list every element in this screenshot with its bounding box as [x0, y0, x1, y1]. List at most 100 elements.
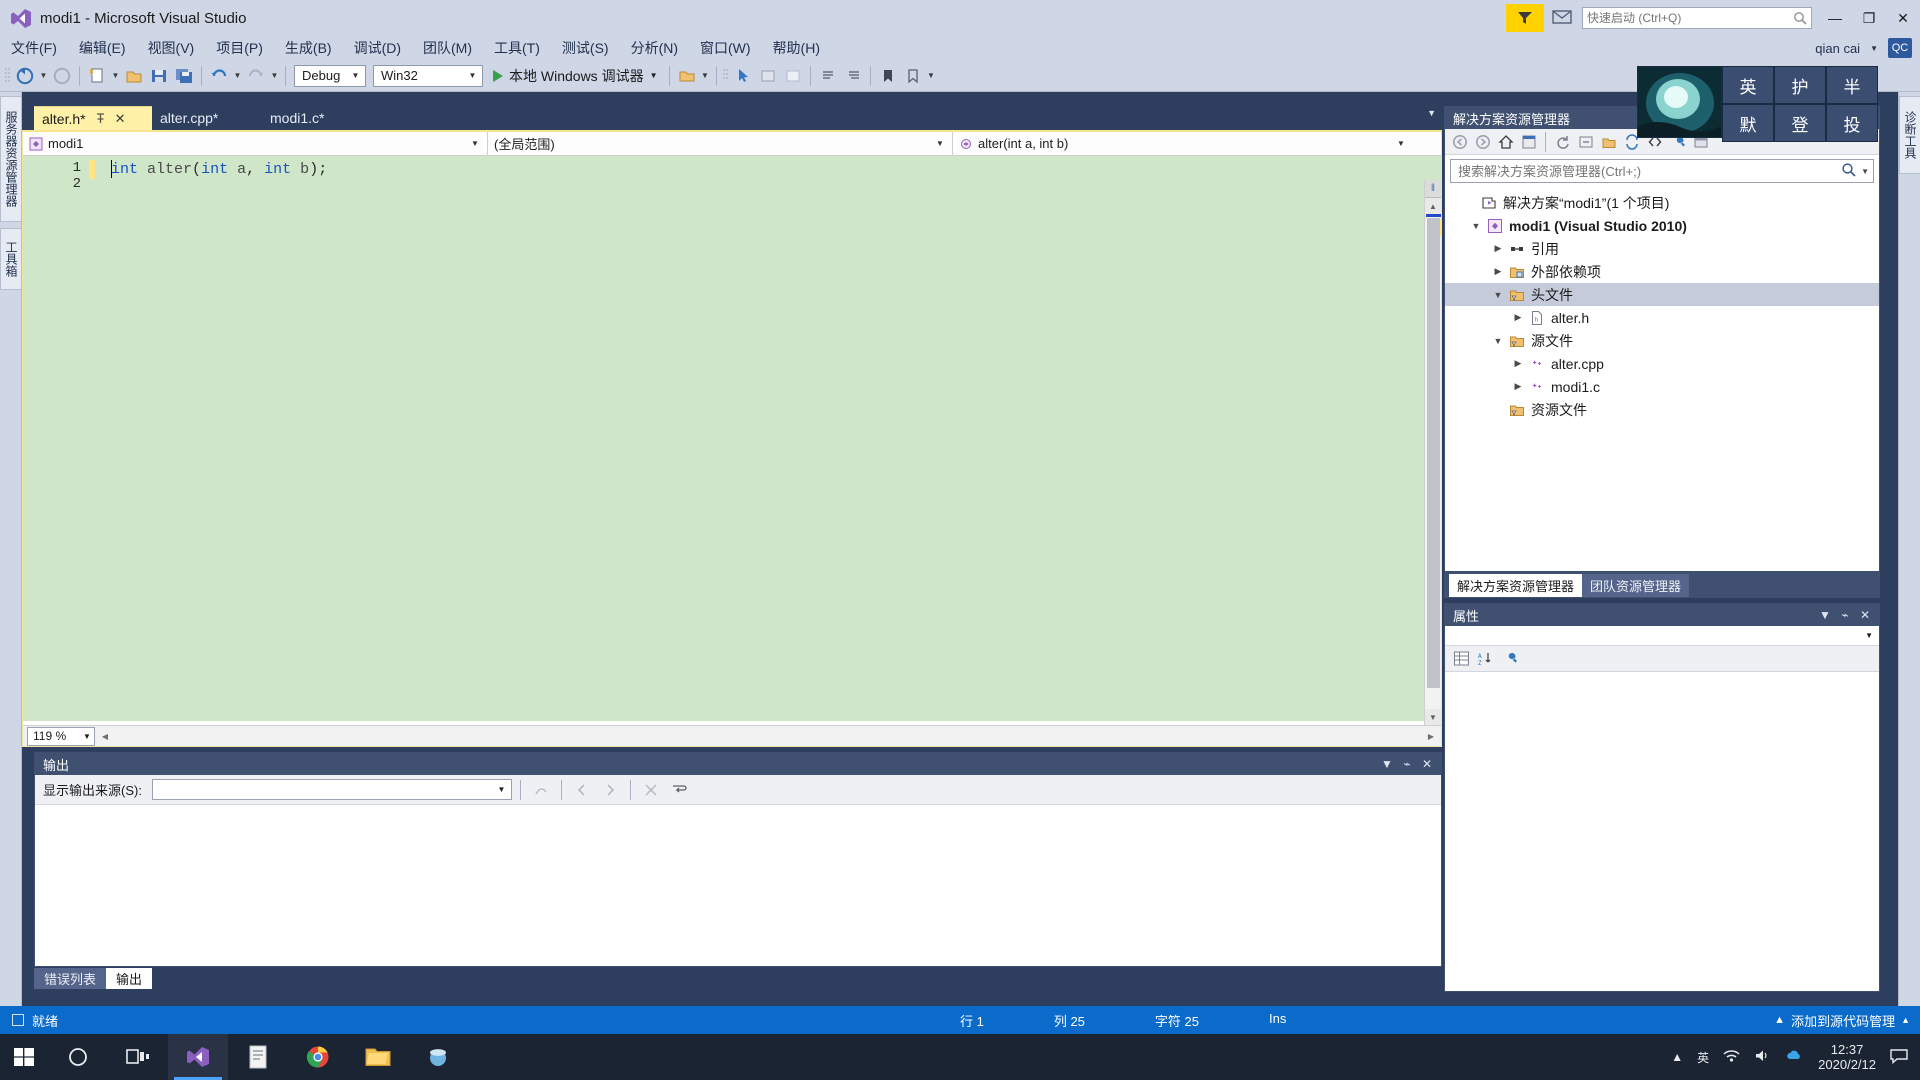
show-all-files-icon[interactable]	[1598, 131, 1619, 152]
ime-candidate-overlay[interactable]: 英 护 半 默 登 投	[1722, 66, 1878, 142]
quick-launch-input[interactable]	[1587, 11, 1793, 25]
sidebar-item-diagnostic-tools[interactable]: 诊断工具	[1899, 96, 1920, 174]
code-editor-surface[interactable]: 1 2 int alter(int a, int b); ‖ ▲	[23, 156, 1441, 721]
undo-dropdown[interactable]: ▼	[232, 64, 243, 88]
redo-dropdown[interactable]: ▼	[269, 64, 280, 88]
forward-icon[interactable]	[1472, 131, 1493, 152]
tree-item-alter-cpp[interactable]: ▶ alter.cpp	[1445, 352, 1879, 375]
tree-item-source-files[interactable]: ▼ 源文件	[1445, 329, 1879, 352]
taskbar-visual-studio-icon[interactable]	[168, 1034, 228, 1080]
ime-cell[interactable]: 投	[1826, 104, 1878, 142]
chevron-down-icon[interactable]: ▼	[650, 71, 658, 80]
undo-icon[interactable]	[207, 64, 231, 88]
sidebar-item-toolbox[interactable]: 工具箱	[0, 228, 22, 290]
comment-lines-icon[interactable]	[816, 64, 840, 88]
toggle-bookmark-icon[interactable]	[901, 64, 925, 88]
tree-item-solution[interactable]: 解决方案“modi1”(1 个项目)	[1445, 191, 1879, 214]
tray-network-icon[interactable]	[1723, 1048, 1740, 1066]
tree-item-project[interactable]: ▼ modi1 (Visual Studio 2010)	[1445, 214, 1879, 237]
pin-icon[interactable]: ⌁	[1835, 608, 1855, 622]
ime-cell[interactable]: 护	[1774, 66, 1826, 104]
user-avatar[interactable]: QC	[1888, 38, 1912, 58]
toggle-word-wrap-icon[interactable]	[667, 778, 691, 802]
bookmark-icon[interactable]	[876, 64, 900, 88]
close-button[interactable]: ✕	[1886, 3, 1920, 33]
tray-overflow-icon[interactable]: ▲	[1671, 1050, 1683, 1064]
collapse-all-icon[interactable]	[1575, 131, 1596, 152]
chevron-down-icon[interactable]: ▼	[1870, 44, 1878, 53]
toolbar-grip[interactable]	[722, 66, 730, 86]
expander-expanded-icon[interactable]: ▼	[1489, 290, 1507, 300]
scroll-right-button[interactable]: ▶	[1423, 732, 1439, 741]
tab-alter-cpp[interactable]: alter.cpp*	[152, 106, 252, 130]
notifications-icon[interactable]	[1552, 8, 1572, 28]
feedback-flag-icon[interactable]	[1506, 4, 1544, 32]
solution-search-input[interactable]	[1458, 164, 1841, 179]
scroll-thumb[interactable]	[1427, 218, 1440, 688]
chevron-down-icon[interactable]: ▼	[1377, 757, 1397, 771]
go-to-next-icon[interactable]	[598, 778, 622, 802]
expander-expanded-icon[interactable]: ▼	[1489, 336, 1507, 346]
project-combo[interactable]: modi1 ▼	[23, 132, 488, 156]
scroll-down-button[interactable]: ▼	[1425, 709, 1441, 725]
toolbar-grip[interactable]	[4, 66, 12, 86]
expander-collapsed-icon[interactable]: ▶	[1489, 266, 1507, 277]
menu-item-test[interactable]: 测试(S)	[551, 36, 620, 60]
home-icon[interactable]	[1495, 131, 1516, 152]
properties-object-combo[interactable]: ▼	[1445, 626, 1879, 646]
navigate-forward-icon[interactable]	[50, 64, 74, 88]
menu-item-team[interactable]: 团队(M)	[412, 36, 483, 60]
back-icon[interactable]	[1449, 131, 1470, 152]
member-combo[interactable]: alter(int a, int b) ▼	[953, 132, 1413, 156]
taskbar-notepad-icon[interactable]	[228, 1034, 288, 1080]
action-center-icon[interactable]	[1890, 1048, 1908, 1067]
toolbox-item2-icon[interactable]	[781, 64, 805, 88]
editor-vertical-scrollbar[interactable]: ‖ ▲ ▼	[1424, 180, 1441, 745]
close-icon[interactable]: ✕	[1417, 757, 1437, 771]
go-to-previous-icon[interactable]	[570, 778, 594, 802]
output-text-area[interactable]	[35, 805, 1441, 965]
properties-grid[interactable]	[1445, 672, 1879, 972]
property-pages-icon[interactable]	[1499, 648, 1520, 669]
find-message-icon[interactable]	[529, 778, 553, 802]
menu-item-help[interactable]: 帮助(H)	[762, 36, 831, 60]
navigate-backward-dropdown[interactable]: ▼	[38, 64, 49, 88]
source-control-group[interactable]: ▲ 添加到源代码管理 ▲	[1774, 1011, 1910, 1030]
ime-language-indicator[interactable]: 英	[1697, 1049, 1709, 1066]
quick-launch-box[interactable]	[1582, 7, 1812, 29]
search-options-dropdown[interactable]: ▼	[1861, 167, 1869, 176]
save-all-icon[interactable]	[172, 64, 196, 88]
window-preview-thumbnail[interactable]	[1637, 66, 1722, 138]
tray-cloud-icon[interactable]	[1785, 1048, 1804, 1066]
tree-item-external-dependencies[interactable]: ▶ 外部依赖项	[1445, 260, 1879, 283]
taskbar-chrome-icon[interactable]	[288, 1034, 348, 1080]
new-item-icon[interactable]	[85, 64, 109, 88]
tab-output[interactable]: 输出	[106, 968, 152, 989]
expander-collapsed-icon[interactable]: ▶	[1509, 312, 1527, 323]
tree-item-resource-files[interactable]: 资源文件	[1445, 398, 1879, 421]
expander-collapsed-icon[interactable]: ▶	[1509, 381, 1527, 392]
tray-volume-icon[interactable]	[1754, 1048, 1771, 1066]
zoom-level-combo[interactable]: 119 % ▼	[27, 727, 95, 746]
ime-cell[interactable]: 默	[1722, 104, 1774, 142]
taskbar-file-explorer-icon[interactable]	[348, 1034, 408, 1080]
scroll-left-button[interactable]: ◀	[97, 732, 113, 741]
toolbox-item-icon[interactable]	[756, 64, 780, 88]
task-view-icon[interactable]	[108, 1034, 168, 1080]
start-debug-button[interactable]: 本地 Windows 调试器 ▼	[487, 64, 664, 88]
save-icon[interactable]	[147, 64, 171, 88]
ime-cell[interactable]: 半	[1826, 66, 1878, 104]
user-name[interactable]: qian cai	[1815, 41, 1860, 56]
ime-cell[interactable]: 英	[1722, 66, 1774, 104]
menu-item-debug[interactable]: 调试(D)	[343, 36, 412, 60]
toolbar-overflow[interactable]: ▼	[926, 64, 937, 88]
maximize-button[interactable]: ❐	[1852, 3, 1886, 33]
tree-item-references[interactable]: ▶ 引用	[1445, 237, 1879, 260]
tree-item-alter-h[interactable]: ▶ h alter.h	[1445, 306, 1879, 329]
output-source-combo[interactable]: ▼	[152, 779, 512, 800]
cortana-search-icon[interactable]	[48, 1034, 108, 1080]
menu-item-tools[interactable]: 工具(T)	[483, 36, 551, 60]
redo-icon[interactable]	[244, 64, 268, 88]
tab-modi1-c[interactable]: modi1.c*	[262, 106, 372, 130]
uncomment-lines-icon[interactable]	[841, 64, 865, 88]
